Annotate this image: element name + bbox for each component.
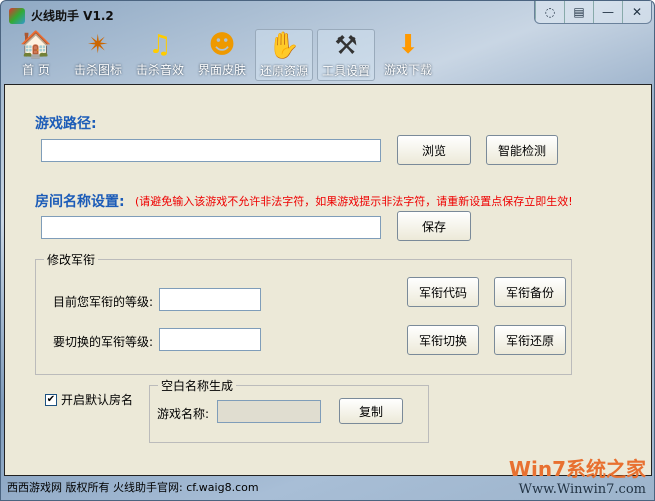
music-note-icon: ♫ [148,30,172,60]
room-name-warning: (请避免输入该游戏不允许非法字符，如果游戏提示非法字符，请重新设置点保存立即生效… [135,195,573,208]
default-room-checkbox[interactable]: ✔ 开启默认房名 [45,391,133,408]
copy-button[interactable]: 复制 [339,398,403,424]
toolbar-label: 界面皮肤 [197,63,246,77]
room-name-label: 房间名称设置: [35,194,125,210]
toolbar-label: 工具设置 [321,64,370,78]
window-title: 火线助手 V1.2 [31,9,114,23]
game-name-label: 游戏名称: [157,407,210,421]
download-arrow-icon: ⬇ [397,30,419,60]
toolbar-home[interactable]: 🏠 首 页 [7,29,65,81]
hammer-icon: ⚒ [334,31,358,61]
main-panel: 游戏路径: 浏览 智能检测 房间名称设置: (请避免输入该游戏不允许非法字符，如… [4,84,652,476]
target-rank-input[interactable] [159,328,261,351]
checkbox-check-icon: ✔ [45,393,57,406]
kill-icon-icon: ✴ [87,30,109,60]
app-window: 火线助手 V1.2 ◌ ▤ — ✕ 🏠 首 页 ✴ 击杀图标 ♫ 击杀音效 ☻ 界面皮肤 ✋ 还… [0,0,655,501]
skin-icon: ☻ [208,30,236,60]
rank-code-button[interactable]: 军衔代码 [407,277,479,307]
toolbar-label: 首 页 [22,63,50,77]
window-controls: ◌ ▤ — ✕ [534,1,652,24]
rank-legend: 修改军衔 [47,253,96,267]
title-bar: 火线助手 V1.2 [9,7,114,24]
game-path-label: 游戏路径: [35,116,97,132]
toolbar-kill-sound[interactable]: ♫ 击杀音效 [131,29,189,81]
toolbar-tools[interactable]: ⚒ 工具设置 [317,29,375,81]
toolbar-kill-icon[interactable]: ✴ 击杀图标 [69,29,127,81]
glove-icon: ✋ [267,31,301,61]
minimize-button[interactable]: — [593,1,622,23]
status-bar-text: 西西游戏网 版权所有 火线助手官网: cf.waig8.com [7,481,259,494]
close-button[interactable]: ✕ [622,1,651,23]
skin-icon[interactable]: ◌ [535,1,564,23]
browse-button[interactable]: 浏览 [397,135,471,165]
game-path-input[interactable] [41,139,381,162]
app-logo-icon [9,7,25,24]
toolbar-label: 游戏下载 [383,63,432,77]
game-name-input[interactable] [217,400,321,423]
toolbar-label: 击杀音效 [135,63,184,77]
auto-detect-button[interactable]: 智能检测 [486,135,558,165]
current-rank-input[interactable] [159,288,261,311]
target-rank-label: 要切换的军衔等级: [53,335,154,349]
rank-group: 修改军衔 [35,251,572,375]
save-button[interactable]: 保存 [397,211,471,241]
rank-restore-button[interactable]: 军衔还原 [494,325,566,355]
watermark-brand: Win7系统之家 [508,457,646,481]
room-name-input[interactable] [41,216,381,239]
watermark: Win7系统之家 Www.Winwin7.com [509,453,646,497]
watermark-url: Www.Winwin7.com [518,482,646,497]
toolbar-label: 击杀图标 [73,63,122,77]
rank-switch-button[interactable]: 军衔切换 [407,325,479,355]
toolbar-download[interactable]: ⬇ 游戏下载 [379,29,437,81]
toolbar-restore[interactable]: ✋ 还原资源 [255,29,313,81]
rank-backup-button[interactable]: 军衔备份 [494,277,566,307]
blank-name-legend: 空白名称生成 [161,379,234,393]
default-room-label: 开启默认房名 [61,393,134,407]
current-rank-label: 目前您军衔的等级: [53,295,154,309]
toolbar-label: 还原资源 [259,64,308,78]
home-icon: 🏠 [19,30,53,60]
toolbar-skin[interactable]: ☻ 界面皮肤 [193,29,251,81]
menu-icon[interactable]: ▤ [564,1,593,23]
